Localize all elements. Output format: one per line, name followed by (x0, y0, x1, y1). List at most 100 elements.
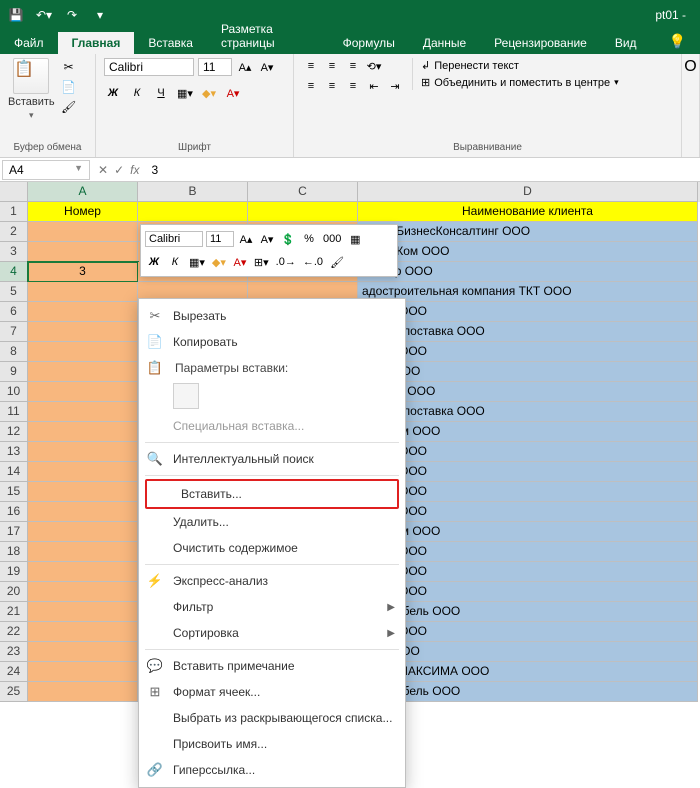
row-header[interactable]: 8 (0, 342, 28, 362)
cell[interactable] (248, 202, 358, 222)
row-header[interactable]: 21 (0, 602, 28, 622)
row-header[interactable]: 3 (0, 242, 28, 262)
increase-indent-icon[interactable]: ⇥ (386, 78, 404, 94)
cell[interactable] (28, 382, 138, 402)
cell[interactable] (28, 362, 138, 382)
ctx-cut[interactable]: ✂Вырезать (139, 303, 405, 329)
tab-insert[interactable]: Вставка (134, 32, 207, 54)
tab-review[interactable]: Рецензирование (480, 32, 601, 54)
row-header[interactable]: 16 (0, 502, 28, 522)
align-bottom-icon[interactable]: ≡ (344, 58, 362, 74)
mini-font-size[interactable]: 11 (206, 231, 234, 247)
cell[interactable]: екломебель ООО (358, 682, 698, 702)
align-middle-icon[interactable]: ≡ (323, 58, 341, 74)
cell[interactable] (28, 222, 138, 242)
ctx-clear[interactable]: Очистить содержимое (139, 535, 405, 561)
ctx-filter[interactable]: Фильтр▶ (139, 594, 405, 620)
ctx-delete[interactable]: Удалить... (139, 509, 405, 535)
row-header[interactable]: 22 (0, 622, 28, 642)
ctx-sort[interactable]: Сортировка▶ (139, 620, 405, 646)
cell[interactable] (28, 642, 138, 662)
row-header[interactable]: 23 (0, 642, 28, 662)
italic-button[interactable]: К (128, 84, 146, 102)
cell[interactable] (138, 202, 248, 222)
column-header-D[interactable]: D (358, 182, 698, 202)
mini-fill-color-icon[interactable]: ◆▾ (210, 252, 228, 272)
cell[interactable]: ройКом ООО (358, 382, 698, 402)
row-header[interactable]: 7 (0, 322, 28, 342)
cell[interactable]: ортТайм ООО (358, 422, 698, 442)
font-name-select[interactable]: Calibri (104, 58, 194, 76)
format-painter-icon[interactable]: 🖌 (59, 98, 79, 116)
tab-file[interactable]: Файл (0, 32, 58, 54)
mini-decrease-font-icon[interactable]: A▾ (258, 229, 276, 249)
row-header[interactable]: 12 (0, 422, 28, 442)
cell[interactable]: 3 (28, 262, 138, 282)
row-header[interactable]: 9 (0, 362, 28, 382)
cell[interactable]: УДИЯ МАКСИМА ООО (358, 662, 698, 682)
cell[interactable]: енада ООО (358, 562, 698, 582)
bold-button[interactable]: Ж (104, 84, 122, 102)
qat-more-icon[interactable]: ▾ (90, 5, 110, 25)
redo-icon[interactable]: ↷ (62, 5, 82, 25)
cell[interactable] (28, 622, 138, 642)
row-header[interactable]: 17 (0, 522, 28, 542)
save-icon[interactable]: 💾 (6, 5, 26, 25)
row-header[interactable]: 18 (0, 542, 28, 562)
row-header[interactable]: 20 (0, 582, 28, 602)
fill-color-icon[interactable]: ◆▾ (200, 84, 218, 102)
merge-center-button[interactable]: ⊞ Объединить и поместить в центре ▾ (419, 75, 621, 90)
cell[interactable] (28, 282, 138, 302)
cell[interactable]: Номер (28, 202, 138, 222)
cut-icon[interactable]: ✂ (59, 58, 79, 76)
cell[interactable] (28, 302, 138, 322)
select-all-corner[interactable] (0, 182, 28, 202)
ctx-pick-from-list[interactable]: Выбрать из раскрывающегося списка... (139, 705, 405, 731)
mini-bold-button[interactable]: Ж (145, 252, 163, 272)
tab-formulas[interactable]: Формулы (329, 32, 409, 54)
row-header[interactable]: 2 (0, 222, 28, 242)
ctx-smart-lookup[interactable]: 🔍Интеллектуальный поиск (139, 446, 405, 472)
ctx-insert-comment[interactable]: 💬Вставить примечание (139, 653, 405, 679)
row-header[interactable]: 13 (0, 442, 28, 462)
paste-icon[interactable]: 📋 (13, 58, 49, 94)
tab-view[interactable]: Вид (601, 32, 651, 54)
paste-button[interactable]: Вставить (8, 96, 55, 108)
cell[interactable] (28, 462, 138, 482)
row-header[interactable]: 6 (0, 302, 28, 322)
decrease-font-icon[interactable]: A▾ (258, 58, 276, 76)
cell[interactable]: енада ООО (358, 442, 698, 462)
row-header[interactable]: 14 (0, 462, 28, 482)
cell[interactable]: СтройКом ООО (358, 242, 698, 262)
mini-merge-icon[interactable]: ⊞▾ (252, 252, 271, 272)
cell[interactable]: енада ООО (358, 482, 698, 502)
cell[interactable] (28, 662, 138, 682)
cell[interactable] (28, 542, 138, 562)
font-color-icon[interactable]: A▾ (224, 84, 242, 102)
ctx-quick-analysis[interactable]: ⚡Экспресс-анализ (139, 568, 405, 594)
cell[interactable]: енада ООО (358, 342, 698, 362)
cell[interactable] (28, 682, 138, 702)
mini-format-painter-icon[interactable]: 🖌 (328, 252, 346, 272)
cell[interactable]: Наименование клиента (358, 202, 698, 222)
row-header[interactable]: 15 (0, 482, 28, 502)
cell[interactable]: енада ООО (358, 542, 698, 562)
ctx-hyperlink[interactable]: 🔗Гиперссылка... (139, 757, 405, 783)
orientation-icon[interactable]: ⟲▾ (365, 58, 383, 74)
cell[interactable] (28, 502, 138, 522)
cell[interactable] (28, 342, 138, 362)
cancel-icon[interactable]: ✕ (98, 163, 108, 177)
row-header[interactable]: 10 (0, 382, 28, 402)
mini-comma-icon[interactable]: 000 (321, 229, 343, 249)
cell[interactable] (28, 402, 138, 422)
cell[interactable]: енада ООО (358, 462, 698, 482)
cell[interactable]: СтройБизнесКонсалтинг ООО (358, 222, 698, 242)
cell[interactable] (28, 562, 138, 582)
tab-home[interactable]: Главная (58, 32, 135, 54)
name-box[interactable]: A4 ▼ (2, 160, 90, 180)
mini-increase-decimal-icon[interactable]: .0→ (274, 252, 298, 272)
copy-icon[interactable]: 📄 (59, 78, 79, 96)
cell[interactable]: ецпромпоставка ООО (358, 402, 698, 422)
fx-icon[interactable]: fx (130, 163, 139, 177)
undo-icon[interactable]: ↶▾ (34, 5, 54, 25)
